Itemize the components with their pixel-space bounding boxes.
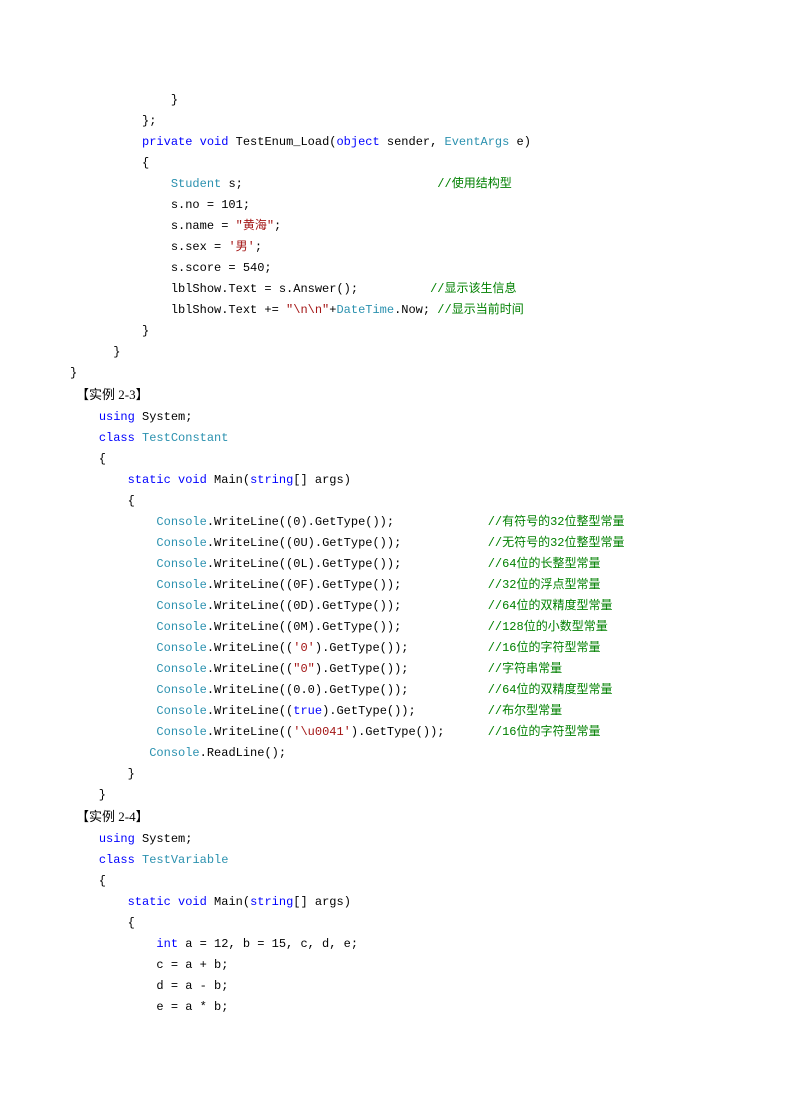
code-line: d = a - b; (70, 976, 722, 997)
code-line: Student s; //使用结构型 (70, 174, 722, 195)
code-block-3: using System; class TestVariable { stati… (70, 829, 722, 1018)
code-line: }; (70, 111, 722, 132)
code-line: using System; (70, 407, 722, 428)
code-line: using System; (70, 829, 722, 850)
code-block-2: using System; class TestConstant { stati… (70, 407, 722, 806)
code-line: { (70, 153, 722, 174)
code-line: class TestConstant (70, 428, 722, 449)
code-line: s.no = 101; (70, 195, 722, 216)
code-line: } (70, 764, 722, 785)
code-line: static void Main(string[] args) (70, 892, 722, 913)
code-line: Console.WriteLine((0F).GetType()); //32位… (70, 575, 722, 596)
document-page: } }; private void TestEnum_Load(object s… (0, 0, 792, 1120)
code-line: s.score = 540; (70, 258, 722, 279)
code-line: Console.WriteLine((0M).GetType()); //128… (70, 617, 722, 638)
example-heading-2-3: 【实例 2-3】 (76, 384, 722, 407)
code-line: Console.WriteLine(('\u0041').GetType());… (70, 722, 722, 743)
code-line: { (70, 449, 722, 470)
code-line: } (70, 342, 722, 363)
code-line: Console.WriteLine((0.0).GetType()); //64… (70, 680, 722, 701)
code-line: Console.WriteLine(('0').GetType()); //16… (70, 638, 722, 659)
code-line: s.name = "黄海"; (70, 216, 722, 237)
code-line: Console.ReadLine(); (70, 743, 722, 764)
code-line: Console.WriteLine((0U).GetType()); //无符号… (70, 533, 722, 554)
example-heading-2-4: 【实例 2-4】 (76, 806, 722, 829)
code-line: Console.WriteLine(("0").GetType()); //字符… (70, 659, 722, 680)
code-line: c = a + b; (70, 955, 722, 976)
code-line: e = a * b; (70, 997, 722, 1018)
code-line: { (70, 871, 722, 892)
code-line: s.sex = '男'; (70, 237, 722, 258)
code-line: class TestVariable (70, 850, 722, 871)
code-line: { (70, 491, 722, 512)
code-line: Console.WriteLine((0D).GetType()); //64位… (70, 596, 722, 617)
code-line: Console.WriteLine((0L).GetType()); //64位… (70, 554, 722, 575)
code-line: int a = 12, b = 15, c, d, e; (70, 934, 722, 955)
code-line: } (70, 90, 722, 111)
code-block-1: } }; private void TestEnum_Load(object s… (70, 90, 722, 384)
code-line: private void TestEnum_Load(object sender… (70, 132, 722, 153)
code-line: } (70, 363, 722, 384)
code-line: lblShow.Text += "\n\n"+DateTime.Now; //显… (70, 300, 722, 321)
code-line: } (70, 785, 722, 806)
code-line: static void Main(string[] args) (70, 470, 722, 491)
code-line: lblShow.Text = s.Answer(); //显示该生信息 (70, 279, 722, 300)
code-line: Console.WriteLine((0).GetType()); //有符号的… (70, 512, 722, 533)
code-line: } (70, 321, 722, 342)
code-line: Console.WriteLine((true).GetType()); //布… (70, 701, 722, 722)
code-line: { (70, 913, 722, 934)
